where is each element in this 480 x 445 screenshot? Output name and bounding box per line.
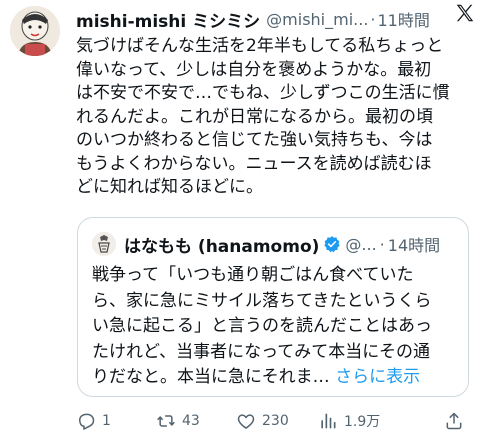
quoted-tweet-body: 戦争って「いつも通り朝ごはん食べていた ら、家に急にミサイル落ちてきたというくら… [92,263,460,391]
verified-badge-icon [324,236,341,253]
like-button[interactable]: 230 [236,411,318,431]
quoted-author-avatar[interactable] [92,232,116,256]
share-icon [446,412,462,430]
views-icon [321,413,336,429]
separator-dot: · [379,234,385,254]
quoted-tweet-header: はなもも (hanamomo) @... · 14時間 [92,231,440,257]
tweet-body-line: もうよくわからない。ニュースを読めば読むほ [76,153,432,174]
tweet-body-line: れるんだよ。これが日常になるから。最初の頃 [76,106,433,127]
views-count: 1.9万 [344,414,381,430]
quoted-tweet[interactable]: はなもも (hanamomo) @... · 14時間 戦争って「いつも通り朝ご… [77,217,469,397]
repost-count: 43 [182,413,200,429]
tweet-body: 気づけばそんな生活を2年半もしてる私ちょっと 偉いなって、少しは自分を褒めようか… [76,35,470,200]
quoted-author-name[interactable]: はなもも (hanamomo) [124,232,319,257]
author-name[interactable]: mishi-mishi ミシミシ [76,7,260,32]
tweet-body-line: 偉いなって、少しは自分を褒めようかな。最初 [76,59,432,80]
repost-icon [157,415,175,427]
separator-dot: · [370,9,376,29]
reply-button[interactable]: 1 [76,411,156,431]
quoted-author-handle[interactable]: @... [345,235,376,254]
repost-button[interactable]: 43 [156,411,236,431]
action-bar: 1 43 230 1.9万 [76,408,470,434]
tweet-body-line: どに知れば知るほどに。 [76,177,263,197]
tweet-timestamp[interactable]: 11時間 [378,7,430,31]
show-more-link[interactable]: さらに表示 [335,367,420,387]
quoted-body-line: 戦争って「いつも通り朝ごはん食べていた [92,265,414,285]
quoted-body-last-line: りだなと。本当に急にそれま… さらに表示 [92,365,460,391]
tweet-body-line: 気づけばそんな生活を2年半もしてる私ちょっと [76,36,444,56]
quoted-body-line: い急に起こる」と言うのを読んだことはあっ [92,316,432,336]
quoted-body-line: ら、家に急にミサイル落ちてきたというくら [92,290,432,311]
quoted-tweet-timestamp[interactable]: 14時間 [388,232,440,256]
author-handle[interactable]: @mishi_mi... [266,10,368,29]
heart-icon [237,414,255,429]
views-button[interactable]: 1.9万 [318,411,418,431]
x-logo-icon[interactable] [454,2,476,24]
share-button[interactable] [444,411,464,431]
reply-count: 1 [102,413,111,429]
tweet-body-line: のいつか終わると信じてた強い気持ちも、今は [76,130,433,150]
tweet-body-line: は不安で不安で…でもね、少しずつこの生活に慣 [76,83,450,103]
like-count: 230 [262,413,289,429]
author-avatar[interactable] [10,6,60,56]
quoted-body-line: たけれど、当事者になってみて本当にその通 [92,341,430,362]
tweet-header: mishi-mishi ミシミシ @mishi_mi... · 11時間 [76,6,470,32]
reply-icon [79,413,95,430]
quoted-body-truncated-text: りだなと。本当に急にそれま… [92,367,336,387]
